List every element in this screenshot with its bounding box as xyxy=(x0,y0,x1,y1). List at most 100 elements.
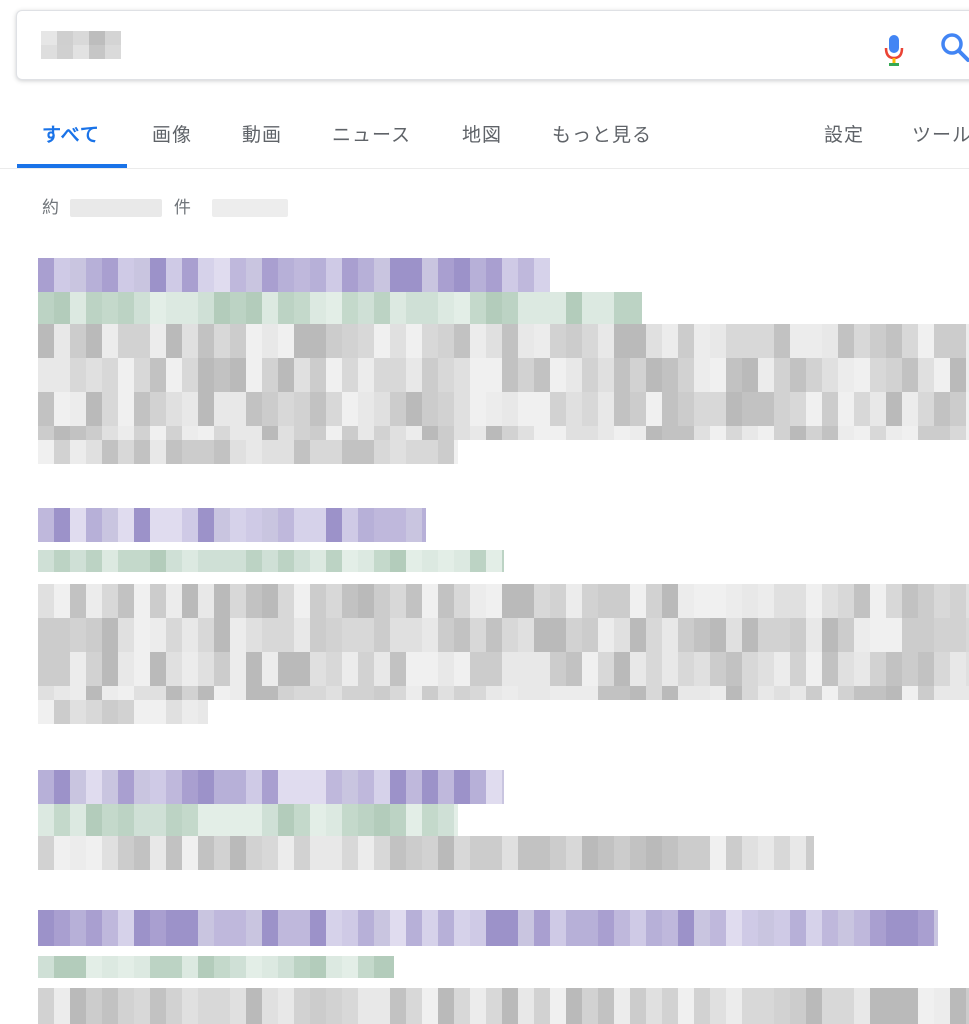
mosaic-cell xyxy=(438,426,454,440)
mosaic-cell xyxy=(710,988,726,1024)
mosaic-cell xyxy=(678,686,694,700)
mosaic-cell xyxy=(374,770,390,804)
result-snippet-pixelated xyxy=(38,618,969,652)
mosaic-cell xyxy=(118,910,134,946)
mosaic-cell xyxy=(550,324,566,358)
mosaic-cell xyxy=(118,426,134,440)
mosaic-cell xyxy=(342,324,358,358)
mosaic-cell xyxy=(870,988,886,1024)
mosaic-cell xyxy=(614,426,630,440)
mosaic-cell xyxy=(902,686,918,700)
mosaic-cell xyxy=(390,358,406,392)
mosaic-cell xyxy=(70,956,86,978)
mosaic-cell xyxy=(230,584,246,618)
mosaic-cell xyxy=(358,508,374,542)
magnifier-icon[interactable] xyxy=(939,31,969,63)
tab-maps[interactable]: 地図 xyxy=(462,120,502,147)
mosaic-cell xyxy=(790,324,806,358)
mosaic-cell xyxy=(534,618,550,652)
stats-suffix: 件 xyxy=(173,198,191,218)
mosaic-cell xyxy=(646,392,662,426)
mosaic-cell xyxy=(918,910,934,946)
mosaic-cell xyxy=(422,392,438,426)
mosaic-cell xyxy=(70,686,86,700)
stats-time-pixelated xyxy=(212,199,289,217)
mosaic-cell xyxy=(934,910,938,946)
mosaic-cell xyxy=(454,804,458,836)
mosaic-cell xyxy=(422,508,426,542)
mosaic-cell xyxy=(118,956,134,978)
mosaic-cell xyxy=(438,836,454,870)
mosaic-cell xyxy=(358,956,374,978)
mosaic-cell xyxy=(150,324,166,358)
tab-news[interactable]: ニュース xyxy=(332,120,411,147)
mosaic-cell xyxy=(534,652,550,686)
mosaic-cell xyxy=(742,584,758,618)
mosaic-cell xyxy=(790,392,806,426)
mosaic-cell xyxy=(294,584,310,618)
mosaic-cell xyxy=(294,550,310,572)
tab-videos[interactable]: 動画 xyxy=(242,120,282,147)
mosaic-cell xyxy=(406,392,422,426)
mosaic-cell xyxy=(182,956,198,978)
mosaic-cell xyxy=(342,836,358,870)
mosaic-cell xyxy=(54,440,70,464)
tab-images[interactable]: 画像 xyxy=(152,120,192,147)
mosaic-cell xyxy=(102,804,118,836)
mosaic-cell xyxy=(630,910,646,946)
mosaic-cell xyxy=(838,324,854,358)
mosaic-cell xyxy=(134,324,150,358)
mosaic-cell xyxy=(310,550,326,572)
mosaic-cell xyxy=(38,508,54,542)
mosaic-cell xyxy=(38,910,54,946)
mosaic-cell xyxy=(150,836,166,870)
mosaic-cell xyxy=(646,426,662,440)
mosaic-cell xyxy=(118,652,134,686)
mosaic-cell xyxy=(214,440,230,464)
mosaic-cell xyxy=(662,652,678,686)
tab-tools[interactable]: ツール xyxy=(912,120,969,147)
mosaic-cell xyxy=(38,618,54,652)
mosaic-cell xyxy=(182,324,198,358)
mosaic-cell xyxy=(54,358,70,392)
tab-settings[interactable]: 設定 xyxy=(824,120,864,147)
mosaic-cell xyxy=(566,324,582,358)
mosaic-cell xyxy=(662,426,678,440)
mosaic-cell xyxy=(294,910,310,946)
mosaic-cell xyxy=(214,258,230,292)
mosaic-cell xyxy=(774,988,790,1024)
mosaic-cell xyxy=(582,910,598,946)
result-title-pixelated[interactable] xyxy=(38,770,504,804)
mosaic-cell xyxy=(86,686,102,700)
mosaic-cell xyxy=(614,392,630,426)
mosaic-cell xyxy=(470,988,486,1024)
mosaic-cell xyxy=(422,770,438,804)
mosaic-cell xyxy=(358,324,374,358)
result-title-pixelated[interactable] xyxy=(38,910,938,946)
mosaic-cell xyxy=(294,956,310,978)
tab-more[interactable]: もっと見る xyxy=(552,120,652,147)
mosaic-cell xyxy=(182,836,198,870)
mosaic-cell xyxy=(150,550,166,572)
mosaic-cell xyxy=(70,440,86,464)
mosaic-cell xyxy=(534,910,550,946)
mosaic-cell xyxy=(326,426,342,440)
mosaic-cell xyxy=(134,686,150,700)
mosaic-cell xyxy=(38,392,54,426)
result-title-pixelated[interactable] xyxy=(38,508,426,542)
microphone-icon[interactable] xyxy=(883,33,905,69)
mosaic-cell xyxy=(342,440,358,464)
mosaic-cell xyxy=(742,358,758,392)
tab-all[interactable]: すべて xyxy=(42,120,100,147)
mosaic-cell xyxy=(502,988,518,1024)
mosaic-cell xyxy=(566,988,582,1024)
mosaic-cell xyxy=(102,440,118,464)
search-box[interactable] xyxy=(16,10,969,80)
result-title-pixelated[interactable] xyxy=(38,258,550,292)
mosaic-cell xyxy=(742,618,758,652)
mosaic-cell xyxy=(806,910,822,946)
mosaic-cell xyxy=(454,988,470,1024)
result-snippet-pixelated xyxy=(38,836,814,870)
mosaic-cell xyxy=(230,988,246,1024)
mosaic-cell xyxy=(758,686,774,700)
